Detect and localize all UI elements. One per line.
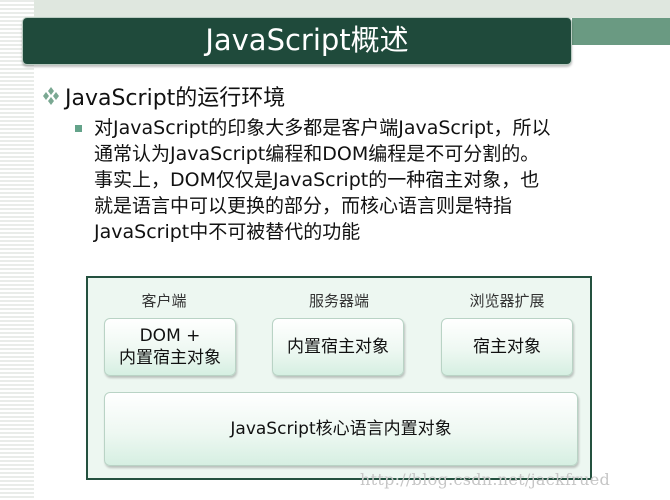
paragraph-text: 对JavaScript的印象大多都是客户端JavaScript，所以 通常认为J… <box>94 117 551 243</box>
box-server: 内置宿主对象 <box>272 318 404 376</box>
diamond-cluster-icon <box>43 87 59 105</box>
right-accent-decoration <box>572 18 670 45</box>
column-label-client: 客户端 <box>141 292 187 310</box>
slide-title: JavaScript概述 <box>205 23 409 57</box>
watermark: http://blog.csdn.net/jackfrued <box>360 470 611 489</box>
runtime-diagram: 客户端 服务器端 浏览器扩展 DOM + 内置宿主对象 内置宿主对象 宿主对象 … <box>86 276 592 480</box>
bullet-level1-text: JavaScript的运行环境 <box>65 86 286 111</box>
title-bar: JavaScript概述 <box>22 17 572 65</box>
box-client: DOM + 内置宿主对象 <box>104 318 236 376</box>
column-label-browser-extension: 浏览器扩展 <box>469 292 545 310</box>
box-core-language: JavaScript核心语言内置对象 <box>104 392 578 466</box>
column-label-server: 服务器端 <box>308 292 369 310</box>
square-bullet-icon <box>75 125 82 132</box>
bullet-level1: JavaScript的运行环境 <box>40 82 286 111</box>
top-band-decoration <box>34 0 670 18</box>
left-stripe-decoration <box>0 0 34 500</box>
box-browser-extension: 宿主对象 <box>441 318 573 376</box>
